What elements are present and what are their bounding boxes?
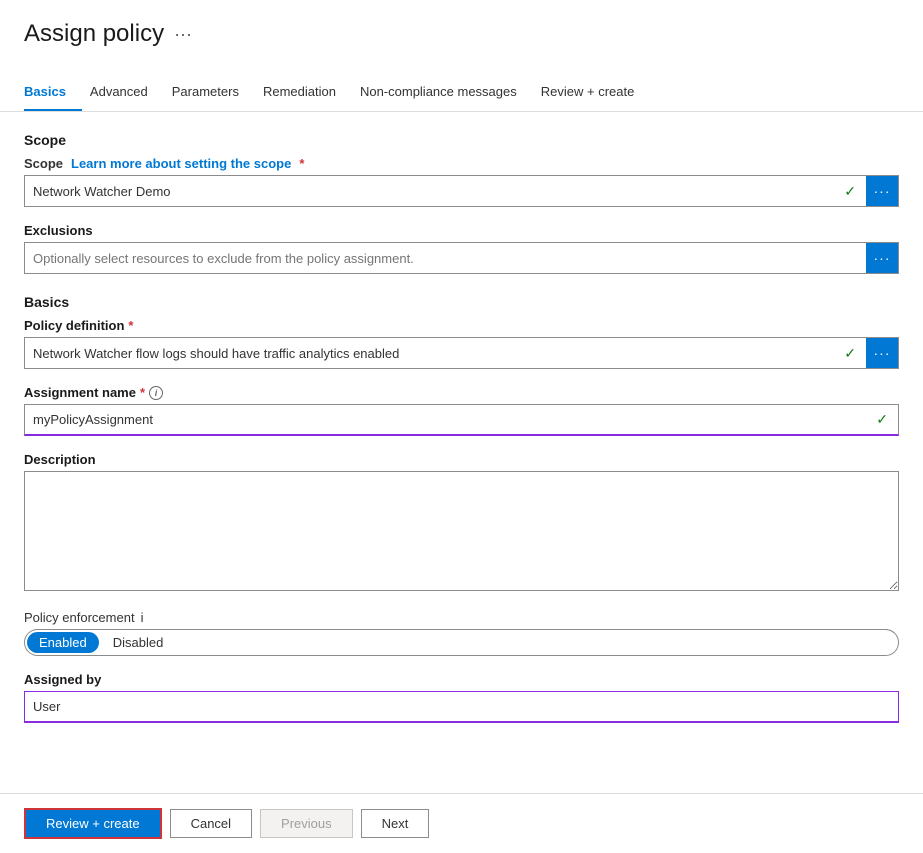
policy-definition-browse-button[interactable]: ··· <box>866 338 898 368</box>
toggle-disabled-button[interactable]: Disabled <box>101 632 176 653</box>
ellipsis-icon: ··· <box>874 183 891 199</box>
policy-def-required: * <box>128 318 133 333</box>
scope-required-star: * <box>299 156 304 171</box>
scope-label: Scope <box>24 156 63 171</box>
tabs-nav: Basics Advanced Parameters Remediation N… <box>0 60 923 112</box>
exclusions-label: Exclusions <box>24 223 899 238</box>
scope-check-icon: ✓ <box>844 183 862 200</box>
scope-input-wrapper: ✓ ··· <box>24 175 899 207</box>
basics-section-title: Basics <box>24 294 899 310</box>
scope-input[interactable] <box>25 176 844 206</box>
assigned-by-input[interactable] <box>25 692 898 721</box>
scope-learn-more-link[interactable]: Learn more about setting the scope <box>71 156 291 171</box>
scope-field-group: Scope Learn more about setting the scope… <box>24 156 899 207</box>
exclusions-field-group: Exclusions ··· <box>24 223 899 274</box>
assignment-name-label: Assignment name * i <box>24 385 899 400</box>
policy-definition-input[interactable] <box>25 338 844 368</box>
ellipsis-icon-3: ··· <box>874 345 891 361</box>
assigned-by-input-wrapper <box>24 691 899 723</box>
exclusions-input-wrapper: ··· <box>24 242 899 274</box>
policy-definition-field-group: Policy definition * ✓ ··· <box>24 318 899 369</box>
policy-enforcement-label-row: Policy enforcement i <box>24 610 899 625</box>
tab-advanced[interactable]: Advanced <box>90 76 164 111</box>
main-content: Scope Scope Learn more about setting the… <box>0 112 923 793</box>
exclusions-input[interactable] <box>25 243 866 273</box>
assignment-name-info-icon[interactable]: i <box>149 386 163 400</box>
footer: Review + create Cancel Previous Next <box>0 793 923 853</box>
tab-review-create[interactable]: Review + create <box>541 76 651 111</box>
policy-enforcement-toggle: Enabled Disabled <box>24 629 899 656</box>
policy-definition-input-wrapper: ✓ ··· <box>24 337 899 369</box>
cancel-button[interactable]: Cancel <box>170 809 252 838</box>
policy-definition-label: Policy definition * <box>24 318 899 333</box>
toggle-enabled-button[interactable]: Enabled <box>27 632 99 653</box>
assignment-name-required: * <box>140 385 145 400</box>
policy-def-label-text: Policy definition <box>24 318 124 333</box>
description-field-group: Description <box>24 452 899 594</box>
assignment-name-field-group: Assignment name * i ✓ <box>24 385 899 436</box>
previous-button: Previous <box>260 809 353 838</box>
description-label: Description <box>24 452 899 467</box>
assigned-by-label: Assigned by <box>24 672 899 687</box>
assignment-name-input[interactable] <box>25 405 876 434</box>
scope-label-row: Scope Learn more about setting the scope… <box>24 156 899 171</box>
page-title: Assign policy ··· <box>24 20 899 48</box>
assignment-name-check-icon: ✓ <box>876 411 894 428</box>
tab-parameters[interactable]: Parameters <box>172 76 255 111</box>
tab-non-compliance[interactable]: Non-compliance messages <box>360 76 533 111</box>
page-container: Assign policy ··· Basics Advanced Parame… <box>0 0 923 853</box>
assignment-name-label-text: Assignment name <box>24 385 136 400</box>
next-button[interactable]: Next <box>361 809 430 838</box>
title-dots: ··· <box>174 24 192 45</box>
review-create-button[interactable]: Review + create <box>24 808 162 839</box>
ellipsis-icon-2: ··· <box>874 250 891 266</box>
title-text: Assign policy <box>24 20 164 48</box>
scope-section-title: Scope <box>24 132 899 148</box>
policy-enforcement-info-icon[interactable]: i <box>141 610 144 625</box>
tab-basics[interactable]: Basics <box>24 76 82 111</box>
description-textarea[interactable] <box>24 471 899 591</box>
header: Assign policy ··· <box>0 0 923 48</box>
tab-remediation[interactable]: Remediation <box>263 76 352 111</box>
policy-enforcement-label: Policy enforcement <box>24 610 135 625</box>
policy-def-check-icon: ✓ <box>844 345 862 362</box>
policy-enforcement-field-group: Policy enforcement i Enabled Disabled <box>24 610 899 656</box>
exclusions-browse-button[interactable]: ··· <box>866 243 898 273</box>
assignment-name-input-wrapper: ✓ <box>24 404 899 436</box>
assigned-by-field-group: Assigned by <box>24 672 899 723</box>
scope-browse-button[interactable]: ··· <box>866 176 898 206</box>
